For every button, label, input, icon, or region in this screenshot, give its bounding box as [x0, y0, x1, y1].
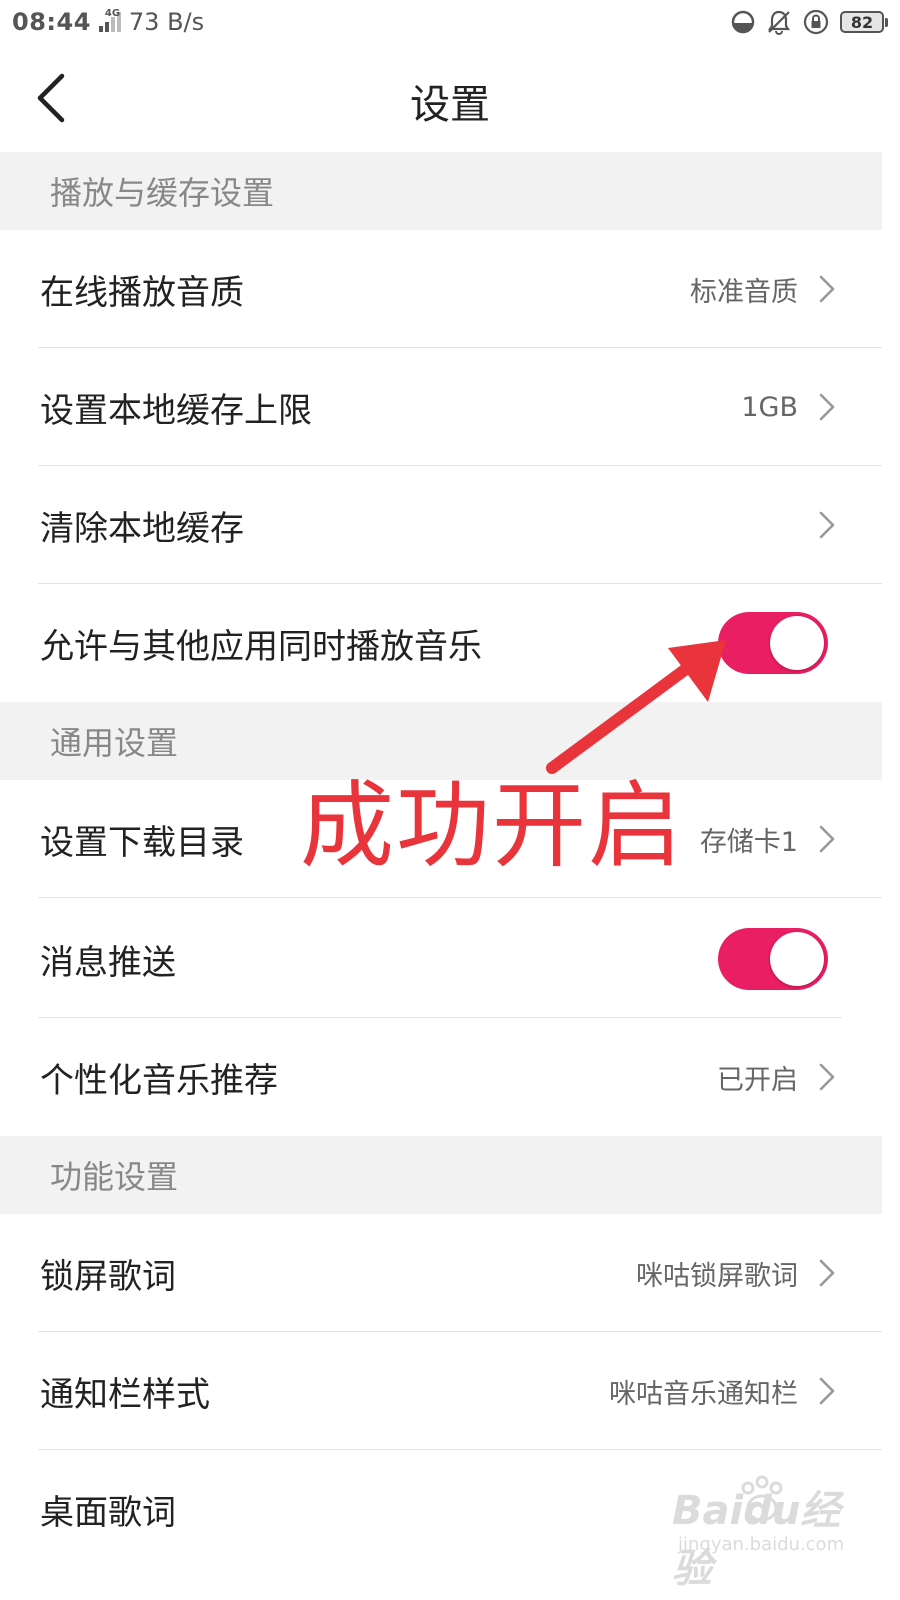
push-notifications-toggle[interactable] [718, 928, 828, 990]
row-push-notifications: 消息推送 [0, 900, 882, 1018]
row-label: 通知栏样式 [40, 1374, 210, 1415]
row-lockscreen-lyrics[interactable]: 锁屏歌词 咪咕锁屏歌词 [0, 1214, 882, 1332]
row-value: 标准音质 [690, 276, 798, 308]
battery-level: 82 [840, 11, 884, 33]
row-clear-cache[interactable]: 清除本地缓存 [0, 466, 882, 584]
status-left: 08:44 4G 73 B/s [12, 8, 204, 36]
row-label: 在线播放音质 [40, 272, 244, 313]
mix-playback-toggle[interactable] [718, 612, 828, 674]
row-label: 设置本地缓存上限 [40, 390, 312, 431]
watermark-sub: jingyan.baidu.com [678, 1534, 845, 1555]
bell-muted-icon [767, 10, 791, 35]
chevron-right-icon [819, 1259, 835, 1287]
section-header-features: 功能设置 [0, 1136, 882, 1214]
watermark-logo: Baidu经验 jingyan.baidu.com [672, 1470, 852, 1592]
status-right: 82 [730, 8, 888, 36]
row-mix-playback: 允许与其他应用同时播放音乐 [0, 584, 882, 702]
row-label: 消息推送 [40, 942, 176, 983]
row-notification-style[interactable]: 通知栏样式 咪咕音乐通知栏 [0, 1332, 882, 1450]
status-bar: 08:44 4G 73 B/s 82 [0, 0, 900, 44]
network-type: 4G [104, 8, 121, 19]
chevron-right-icon [819, 1377, 835, 1405]
network-speed: 73 B/s [128, 8, 205, 36]
row-label: 清除本地缓存 [40, 508, 244, 549]
data-saver-icon [731, 10, 755, 34]
divider [38, 897, 882, 898]
app-header: 设置 [0, 44, 900, 152]
row-value: 咪咕锁屏歌词 [636, 1260, 798, 1292]
page-title: 设置 [410, 82, 490, 128]
annotation-text: 成功开启 [300, 772, 685, 881]
chevron-right-icon [819, 275, 835, 303]
battery-icon: 82 [840, 11, 888, 33]
row-label: 允许与其他应用同时播放音乐 [40, 626, 482, 667]
row-value: 1GB [741, 391, 798, 423]
row-label: 桌面歌词 [40, 1492, 176, 1533]
row-value: 已开启 [717, 1064, 798, 1096]
status-time: 08:44 [12, 8, 91, 36]
row-cache-limit[interactable]: 设置本地缓存上限 1GB [0, 348, 882, 466]
signal-icon: 4G [98, 8, 121, 32]
rotation-lock-icon [803, 9, 829, 35]
chevron-right-icon [819, 1063, 835, 1091]
row-value: 存储卡1 [699, 826, 798, 858]
toggle-knob [770, 616, 824, 670]
row-online-quality[interactable]: 在线播放音质 标准音质 [0, 230, 882, 348]
chevron-right-icon [819, 825, 835, 853]
section-header-playback: 播放与缓存设置 [0, 152, 882, 230]
row-personalized-rec[interactable]: 个性化音乐推荐 已开启 [0, 1018, 882, 1136]
row-label: 锁屏歌词 [40, 1256, 176, 1297]
chevron-right-icon [819, 393, 835, 421]
chevron-right-icon [819, 511, 835, 539]
toggle-knob [770, 932, 824, 986]
row-value: 咪咕音乐通知栏 [609, 1378, 798, 1410]
row-label: 设置下载目录 [40, 822, 244, 863]
row-label: 个性化音乐推荐 [40, 1060, 278, 1101]
